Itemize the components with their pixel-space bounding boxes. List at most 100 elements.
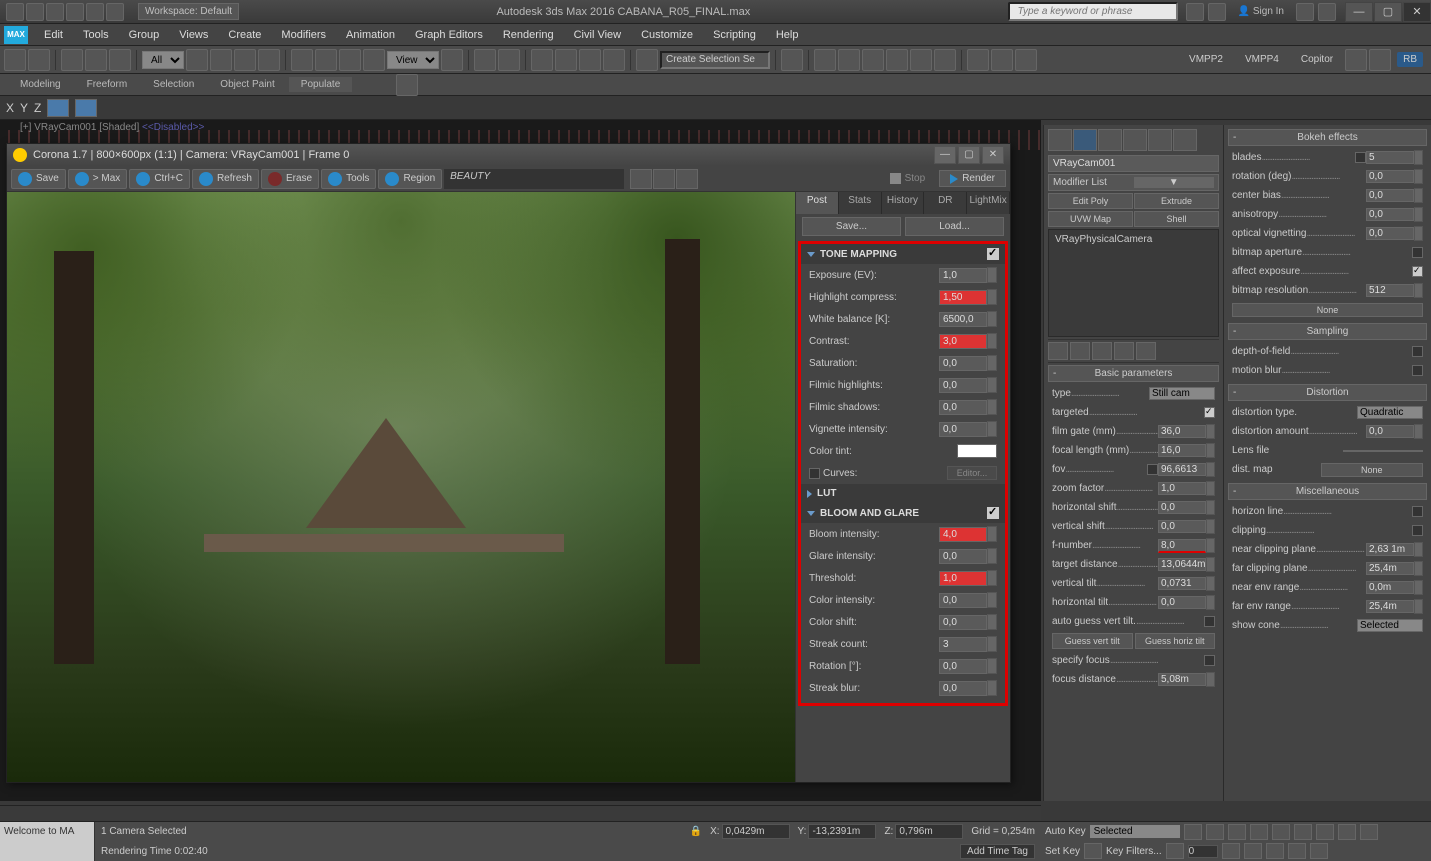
bk-4-spinner[interactable] xyxy=(1414,226,1423,241)
qat-new-icon[interactable] xyxy=(6,3,24,21)
keyfilters-button[interactable]: Key Filters... xyxy=(1106,846,1162,857)
nav4-icon[interactable] xyxy=(1360,824,1378,840)
bk-5-checkbox[interactable] xyxy=(1412,247,1423,258)
render-setup-icon[interactable] xyxy=(967,49,989,71)
modify-tab-icon[interactable] xyxy=(1073,129,1097,151)
tone-mapping-header[interactable]: TONE MAPPING xyxy=(801,244,1005,264)
vmpp4-label[interactable]: VMPP4 xyxy=(1239,52,1285,67)
tone-4-spinner[interactable] xyxy=(987,355,997,371)
nav3-icon[interactable] xyxy=(1338,824,1356,840)
play-icon[interactable] xyxy=(1228,824,1246,840)
tone-4-input[interactable]: 0,0 xyxy=(939,356,987,371)
rendered-frame-icon[interactable] xyxy=(991,49,1013,71)
bp-4-spinner[interactable] xyxy=(1206,462,1215,477)
sm-0-checkbox[interactable] xyxy=(1412,346,1423,357)
tone-7-input[interactable]: 0,0 xyxy=(939,422,987,437)
bk-1-input[interactable]: 0,0 xyxy=(1366,170,1414,183)
zoom-out-icon[interactable] xyxy=(653,169,675,189)
bk-4-input[interactable]: 0,0 xyxy=(1366,227,1414,240)
bp-11-spinner[interactable] xyxy=(1206,595,1215,610)
guess-vert-button[interactable]: Guess vert tilt xyxy=(1052,633,1133,649)
edit-named-sel-icon[interactable] xyxy=(636,49,658,71)
modifier-list-dropdown[interactable]: Modifier List▼ xyxy=(1048,174,1219,191)
bp-9-spinner[interactable] xyxy=(1206,557,1215,572)
color-tint-swatch[interactable] xyxy=(957,444,997,458)
remove-mod-icon[interactable] xyxy=(1114,342,1134,360)
goto-start-icon[interactable] xyxy=(1184,824,1202,840)
placement-icon[interactable] xyxy=(363,49,385,71)
tone-0-spinner[interactable] xyxy=(987,267,997,283)
distortion-type-dropdown[interactable]: Quadratic xyxy=(1357,406,1423,419)
load-preset-button[interactable]: Load... xyxy=(905,217,1004,236)
create-tab-icon[interactable] xyxy=(1048,129,1072,151)
bp-10-spinner[interactable] xyxy=(1206,576,1215,591)
corona-titlebar[interactable]: Corona 1.7 | 800×600px (1:1) | Camera: V… xyxy=(7,144,1010,166)
axis-x[interactable]: X xyxy=(6,101,14,115)
angle-snap-icon[interactable] xyxy=(555,49,577,71)
tone-3-input[interactable]: 3,0 xyxy=(939,334,987,349)
exchange-icon[interactable] xyxy=(1296,3,1314,21)
editpoly-button[interactable]: Edit Poly xyxy=(1048,193,1133,209)
distortion-amount-input[interactable]: 0,0 xyxy=(1366,425,1414,438)
workspace-dropdown[interactable]: Workspace: Default xyxy=(138,3,239,20)
axis-yz-icon[interactable] xyxy=(75,99,97,117)
bp-3-spinner[interactable] xyxy=(1206,443,1215,458)
setkey-button[interactable]: Set Key xyxy=(1045,846,1080,857)
specify-focus-checkbox[interactable] xyxy=(1204,655,1215,666)
bk-0-spinner[interactable] xyxy=(1414,150,1423,165)
menu-scripting[interactable]: Scripting xyxy=(703,26,766,44)
named-selection-input[interactable] xyxy=(660,51,770,69)
lut-header[interactable]: LUT xyxy=(801,484,1005,503)
bloom-0-spinner[interactable] xyxy=(987,526,997,542)
help-icon[interactable] xyxy=(1318,3,1336,21)
bp-7-input[interactable]: 0,0 xyxy=(1158,520,1206,533)
corona-refresh-button[interactable]: Refresh xyxy=(192,169,259,189)
ribbon-freeform[interactable]: Freeform xyxy=(75,77,140,92)
motion-tab-icon[interactable] xyxy=(1123,129,1147,151)
bloom-5-input[interactable]: 3 xyxy=(939,637,987,652)
stack-item[interactable]: VRayPhysicalCamera xyxy=(1051,232,1216,247)
ribbon-populate[interactable]: Populate xyxy=(289,77,352,92)
bokeh-header[interactable]: Bokeh effects xyxy=(1228,129,1427,146)
tone-1-input[interactable]: 1,50 xyxy=(939,290,987,305)
sampling-header[interactable]: Sampling xyxy=(1228,323,1427,340)
ms-0-checkbox[interactable] xyxy=(1412,506,1423,517)
menu-group[interactable]: Group xyxy=(119,26,170,44)
nav2-icon[interactable] xyxy=(1316,824,1334,840)
bloom-1-spinner[interactable] xyxy=(987,548,997,564)
viewport-label[interactable]: [+] VRayCam001 [Shaded] <<Disabled>> xyxy=(20,122,204,133)
curves-editor-button[interactable]: Editor... xyxy=(947,466,997,480)
uvwmap-button[interactable]: UVW Map xyxy=(1048,211,1133,227)
bokeh-none-button[interactable]: None xyxy=(1232,303,1423,317)
bk-2-input[interactable]: 0,0 xyxy=(1366,189,1414,202)
tone-5-spinner[interactable] xyxy=(987,377,997,393)
menu-graph-editors[interactable]: Graph Editors xyxy=(405,26,493,44)
tab-post[interactable]: Post xyxy=(796,192,839,214)
dist-map-button[interactable]: None xyxy=(1321,463,1424,477)
signin-link[interactable]: 👤 Sign In xyxy=(1238,6,1284,17)
qat-save-icon[interactable] xyxy=(46,3,64,21)
bp-2-input[interactable]: 36,0 xyxy=(1158,425,1206,438)
spinner[interactable] xyxy=(1414,424,1423,439)
save-preset-button[interactable]: Save... xyxy=(802,217,901,236)
utilities-tab-icon[interactable] xyxy=(1173,129,1197,151)
corona-maximize-button[interactable]: ▢ xyxy=(958,146,980,164)
bloom-checkbox[interactable] xyxy=(987,507,999,519)
qat-link-icon[interactable] xyxy=(106,3,124,21)
script2-icon[interactable] xyxy=(1369,49,1391,71)
corona-save-button[interactable]: Save xyxy=(11,169,66,189)
tone-3-spinner[interactable] xyxy=(987,333,997,349)
tab-stats[interactable]: Stats xyxy=(839,192,882,214)
ribbon-object-paint[interactable]: Object Paint xyxy=(208,77,286,92)
menu-rendering[interactable]: Rendering xyxy=(493,26,564,44)
menu-views[interactable]: Views xyxy=(169,26,218,44)
menu-tools[interactable]: Tools xyxy=(73,26,119,44)
help-search-input[interactable] xyxy=(1008,2,1178,21)
bloom-4-input[interactable]: 0,0 xyxy=(939,615,987,630)
layer-explorer-icon[interactable] xyxy=(862,49,884,71)
undo-icon[interactable] xyxy=(4,49,26,71)
select-icon[interactable] xyxy=(186,49,208,71)
pivot-icon[interactable] xyxy=(441,49,463,71)
config-icon[interactable] xyxy=(1136,342,1156,360)
tab-dr[interactable]: DR xyxy=(924,192,967,214)
